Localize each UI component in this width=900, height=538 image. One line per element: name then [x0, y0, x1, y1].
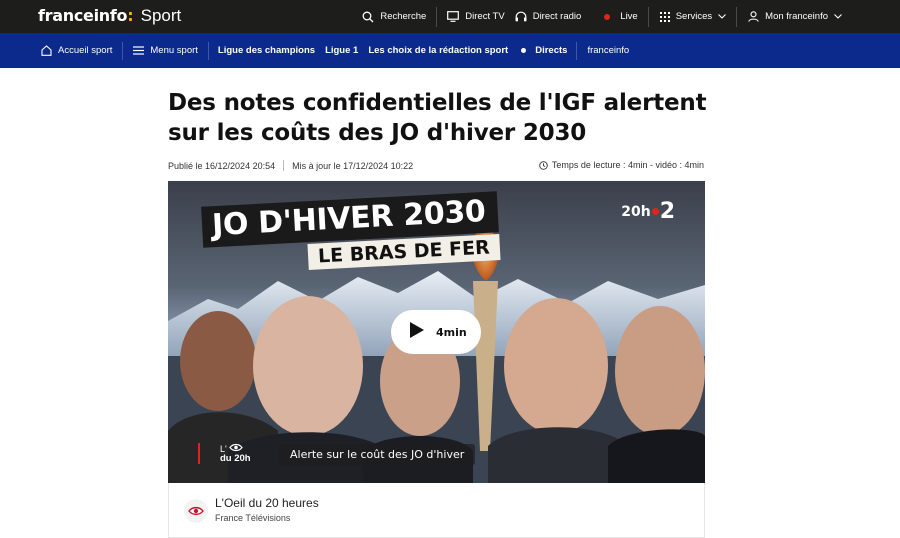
- top-nav: Recherche Direct TV Direct radio Live Se…: [362, 0, 900, 33]
- hamburger-icon: [133, 46, 145, 55]
- sport-menu-button[interactable]: Menu sport: [123, 33, 208, 68]
- chevron-down-icon: [718, 11, 727, 22]
- nav-link-directs[interactable]: Directs: [521, 33, 576, 68]
- chevron-down-icon: [834, 11, 842, 22]
- nav-link-franceinfo[interactable]: franceinfo: [577, 33, 629, 68]
- video-duration: 4min: [436, 325, 467, 339]
- reading-time-label: Temps de lecture : 4min - vidéo : 4min: [551, 160, 704, 170]
- reading-time: Temps de lecture : 4min - vidéo : 4min: [539, 160, 704, 170]
- oeil-source-icon: [184, 499, 208, 523]
- search-label: Recherche: [380, 11, 427, 22]
- article-dates: Publié le 16/12/2024 20:54 Mis à jour le…: [168, 160, 413, 171]
- source-name: L'Oeil du 20 heures: [215, 496, 319, 510]
- sport-menu-label: Menu sport: [150, 45, 198, 56]
- section-name: Sport: [140, 6, 182, 25]
- sport-home-label: Accueil sport: [58, 45, 113, 56]
- clock-icon: [539, 160, 548, 170]
- franceinfo-logo: franceinfo: [38, 6, 128, 25]
- headphones-icon: [515, 11, 527, 22]
- logo-20h-text: 20h: [621, 203, 651, 220]
- top-header: franceinfo: Sport Recherche Direct TV Di…: [0, 0, 900, 33]
- play-icon: [409, 321, 425, 343]
- live-link[interactable]: Live: [593, 0, 647, 33]
- search-icon: [362, 11, 374, 23]
- services-menu[interactable]: Services: [649, 0, 736, 33]
- directs-label: Directs: [535, 45, 568, 56]
- video-player[interactable]: JO D'HIVER 2030 LE BRAS DE FER 20h 2 4mi…: [168, 181, 705, 483]
- services-label: Services: [675, 11, 713, 22]
- grid-icon: [659, 11, 670, 22]
- source-organization: France Télévisions: [215, 513, 291, 523]
- search-button[interactable]: Recherche: [362, 0, 436, 33]
- updated-date: Mis à jour le 17/12/2024 10:22: [292, 160, 414, 171]
- sport-home-link[interactable]: Accueil sport: [0, 33, 122, 68]
- direct-tv-link[interactable]: Direct TV: [437, 0, 514, 33]
- direct-tv-label: Direct TV: [465, 11, 505, 22]
- nav-link-ligue-des-champions[interactable]: Ligue des champions: [209, 33, 325, 68]
- video-caption: Alerte sur le coût des JO d'hiver: [279, 444, 476, 465]
- home-icon: [41, 45, 52, 56]
- live-dot-icon: [604, 13, 611, 20]
- logo-2-text: 2: [659, 199, 675, 224]
- oeil-logo-text: du 20h: [220, 453, 251, 464]
- oeil-du-20h-logo: L' du 20h: [198, 443, 251, 464]
- france2-20h-logo: 20h 2: [621, 199, 675, 224]
- play-button[interactable]: 4min: [391, 310, 481, 354]
- article-title: Des notes confidentielles de l'IGF alert…: [168, 90, 707, 146]
- video-source-card: L'Oeil du 20 heures France Télévisions: [168, 483, 705, 538]
- user-icon: [748, 11, 759, 22]
- nav-link-choix-redaction[interactable]: Les choix de la rédaction sport: [368, 33, 521, 68]
- published-date: Publié le 16/12/2024 20:54: [168, 160, 276, 171]
- account-label: Mon franceinfo: [765, 11, 828, 22]
- divider: [283, 160, 285, 171]
- account-menu[interactable]: Mon franceinfo: [737, 0, 900, 33]
- nav-link-ligue-1[interactable]: Ligue 1: [325, 33, 368, 68]
- live-dot-icon: [521, 48, 527, 53]
- brand-logo-link[interactable]: franceinfo: Sport: [38, 6, 181, 26]
- direct-radio-link[interactable]: Direct radio: [515, 0, 594, 33]
- logo-colon: :: [127, 6, 134, 25]
- oeil-logo-apostrophe: L': [220, 443, 227, 454]
- live-label: Live: [620, 11, 638, 22]
- tv-icon: [447, 11, 460, 22]
- logo-red-dot: [651, 208, 659, 215]
- direct-radio-label: Direct radio: [532, 11, 582, 22]
- sport-nav: Accueil sport Menu sport Ligue des champ…: [0, 33, 900, 68]
